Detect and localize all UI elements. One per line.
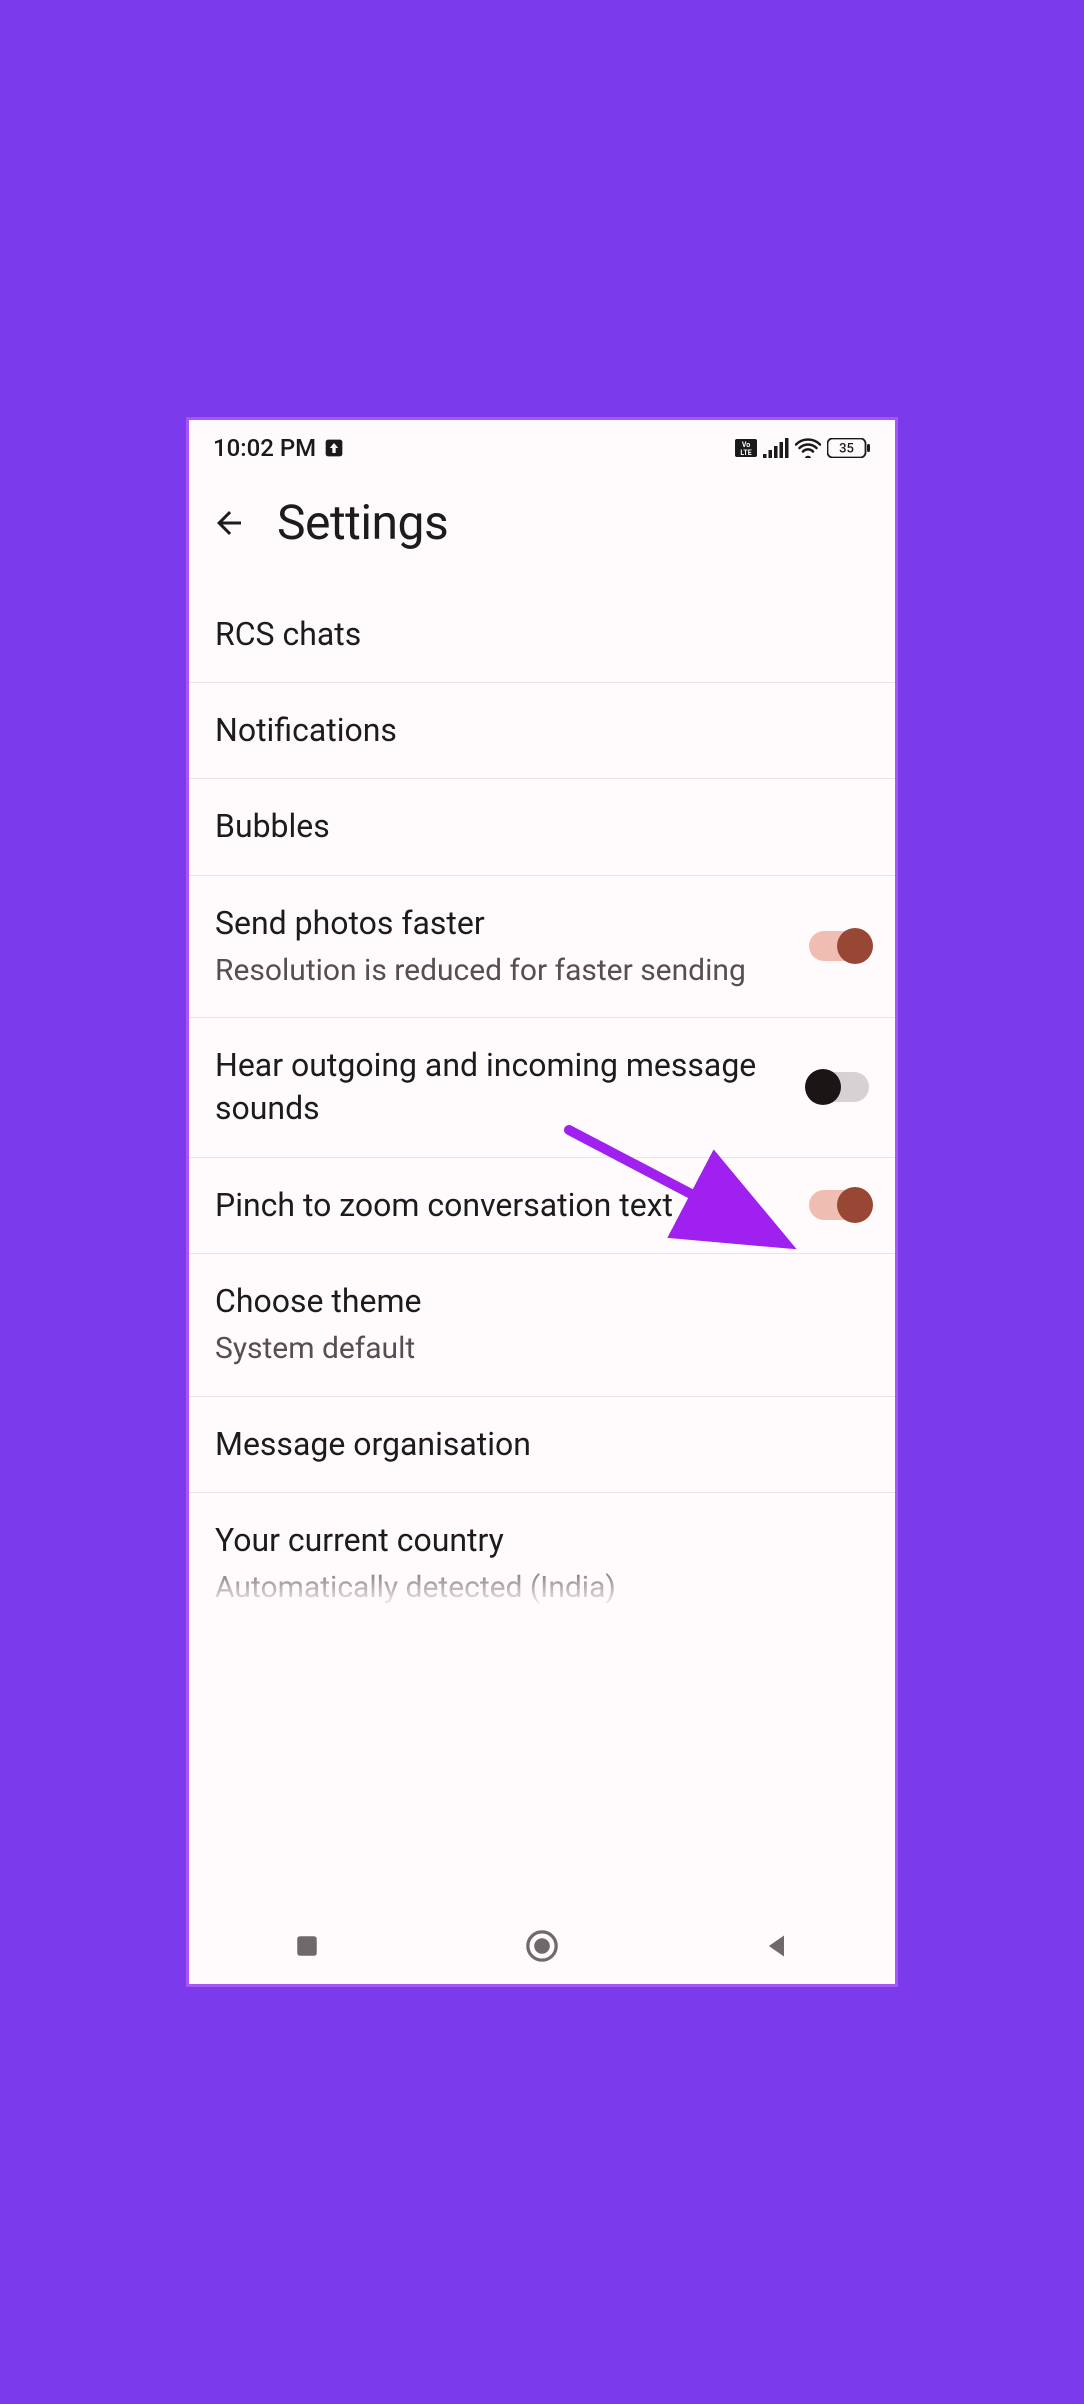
setting-your-country[interactable]: Your current country Automatically detec…: [189, 1493, 895, 1619]
setting-title: Send photos faster: [215, 902, 785, 945]
settings-list: RCS chats Notifications Bubbles Send pho…: [189, 587, 895, 1618]
navigation-bar: [189, 1908, 895, 1984]
status-bar: 10:02 PM VoLTE 35: [189, 420, 895, 470]
svg-text:Vo: Vo: [742, 441, 750, 449]
upload-icon: [324, 438, 344, 458]
arrow-left-icon: [211, 505, 247, 541]
setting-notifications[interactable]: Notifications: [189, 683, 895, 779]
cellular-signal-icon: [763, 438, 789, 458]
nav-home-button[interactable]: [518, 1922, 566, 1970]
setting-title: Choose theme: [215, 1280, 869, 1323]
setting-message-organisation[interactable]: Message organisation: [189, 1397, 895, 1493]
app-header: Settings: [189, 470, 895, 587]
setting-title: Your current country: [215, 1519, 869, 1562]
back-button[interactable]: [209, 503, 249, 543]
toggle-message-sounds[interactable]: [809, 1072, 869, 1102]
battery-icon: 35: [827, 438, 871, 458]
toggle-send-photos-faster[interactable]: [809, 931, 869, 961]
svg-text:LTE: LTE: [740, 449, 751, 457]
triangle-left-icon: [763, 1932, 791, 1960]
setting-bubbles[interactable]: Bubbles: [189, 779, 895, 875]
page-title: Settings: [277, 494, 448, 551]
wifi-icon: [795, 438, 821, 458]
setting-send-photos-faster[interactable]: Send photos faster Resolution is reduced…: [189, 876, 895, 1019]
svg-text:35: 35: [839, 442, 854, 457]
setting-message-sounds[interactable]: Hear outgoing and incoming message sound…: [189, 1018, 895, 1157]
setting-title: RCS chats: [215, 613, 869, 656]
setting-title: Message organisation: [215, 1423, 869, 1466]
setting-title: Notifications: [215, 709, 869, 752]
setting-pinch-zoom[interactable]: Pinch to zoom conversation text: [189, 1158, 895, 1254]
setting-title: Pinch to zoom conversation text: [215, 1184, 785, 1227]
setting-subtitle: Resolution is reduced for faster sending: [215, 951, 785, 992]
nav-recents-button[interactable]: [283, 1922, 331, 1970]
circle-icon: [525, 1929, 559, 1963]
volte-icon: VoLTE: [735, 439, 757, 457]
device-frame: 10:02 PM VoLTE 35 Settings: [186, 417, 898, 1987]
setting-rcs-chats[interactable]: RCS chats: [189, 587, 895, 683]
setting-choose-theme[interactable]: Choose theme System default: [189, 1254, 895, 1397]
status-time: 10:02 PM: [213, 434, 316, 462]
nav-back-button[interactable]: [753, 1922, 801, 1970]
setting-title: Bubbles: [215, 805, 869, 848]
setting-title: Hear outgoing and incoming message sound…: [215, 1044, 785, 1130]
toggle-pinch-zoom[interactable]: [809, 1190, 869, 1220]
square-icon: [294, 1933, 320, 1959]
setting-subtitle: System default: [215, 1329, 869, 1370]
